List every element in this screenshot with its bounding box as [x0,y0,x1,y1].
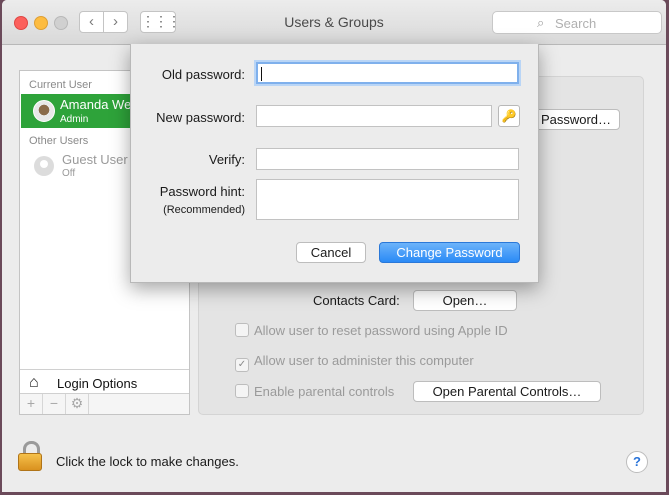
lock-icon[interactable] [18,441,42,471]
administer-checkbox[interactable]: ✓ [235,358,249,372]
users-groups-window: ‹ › ⋮⋮⋮ Users & Groups ⌕ Search Current … [2,0,666,492]
password-hint-sublabel: (Recommended) [163,204,245,216]
password-hint-label: Password hint: [159,184,245,199]
change-password-button[interactable]: Password… [532,109,620,130]
reset-password-label: Allow user to reset password using Apple… [254,323,508,338]
remove-user-button[interactable]: − [43,394,66,414]
verify-label: Verify: [208,152,245,167]
toolbar: ‹ › ⋮⋮⋮ Users & Groups ⌕ Search [2,0,666,45]
change-password-confirm-button[interactable]: Change Password [379,242,520,263]
current-user-header: Current User [29,79,92,91]
current-user-role: Admin [60,114,89,125]
reset-password-checkbox[interactable] [235,323,249,337]
search-placeholder: Search [555,16,597,31]
administer-checkbox-row[interactable]: ✓ Allow user to administer this computer [235,353,474,372]
parental-controls-label: Enable parental controls [254,384,395,399]
parental-controls-checkbox-row[interactable]: Enable parental controls [235,384,394,399]
help-button[interactable]: ? [626,451,648,473]
search-icon: ⌕ [537,15,545,30]
house-icon: ⌂ [29,374,39,391]
new-password-label: New password: [156,110,245,125]
open-parental-controls-button[interactable]: Open Parental Controls… [413,381,601,402]
login-options-item[interactable]: ⌂ Login Options [20,369,189,396]
password-hint-field[interactable] [256,179,519,220]
new-password-field[interactable] [256,105,492,127]
gear-icon[interactable]: ⚙ [66,394,89,414]
avatar [33,100,55,122]
old-password-label: Old password: [161,67,245,82]
open-contacts-button[interactable]: Open… [413,290,517,311]
add-user-button[interactable]: + [20,394,43,414]
contacts-card-label: Contacts Card: [313,293,400,308]
text-caret [261,67,262,81]
password-assistant-key-icon[interactable]: 🔑 [498,105,520,127]
verify-field[interactable] [256,148,519,170]
administer-label: Allow user to administer this computer [254,353,474,368]
login-options-label: Login Options [57,376,138,391]
change-password-sheet: Old password: New password: 🔑 Verify: Pa… [130,44,539,283]
other-users-header: Other Users [29,135,89,147]
search-field[interactable]: ⌕ Search [492,11,662,34]
lock-status-text: Click the lock to make changes. [56,454,239,469]
parental-controls-checkbox[interactable] [235,384,249,398]
guest-user-status: Off [62,168,76,179]
lock-body [18,453,42,471]
guest-avatar-icon[interactable] [34,156,54,176]
old-password-field[interactable] [256,62,519,84]
cancel-button[interactable]: Cancel [296,242,366,263]
reset-password-checkbox-row[interactable]: Allow user to reset password using Apple… [235,323,508,338]
sidebar-toolbar: + − ⚙ [20,393,189,414]
